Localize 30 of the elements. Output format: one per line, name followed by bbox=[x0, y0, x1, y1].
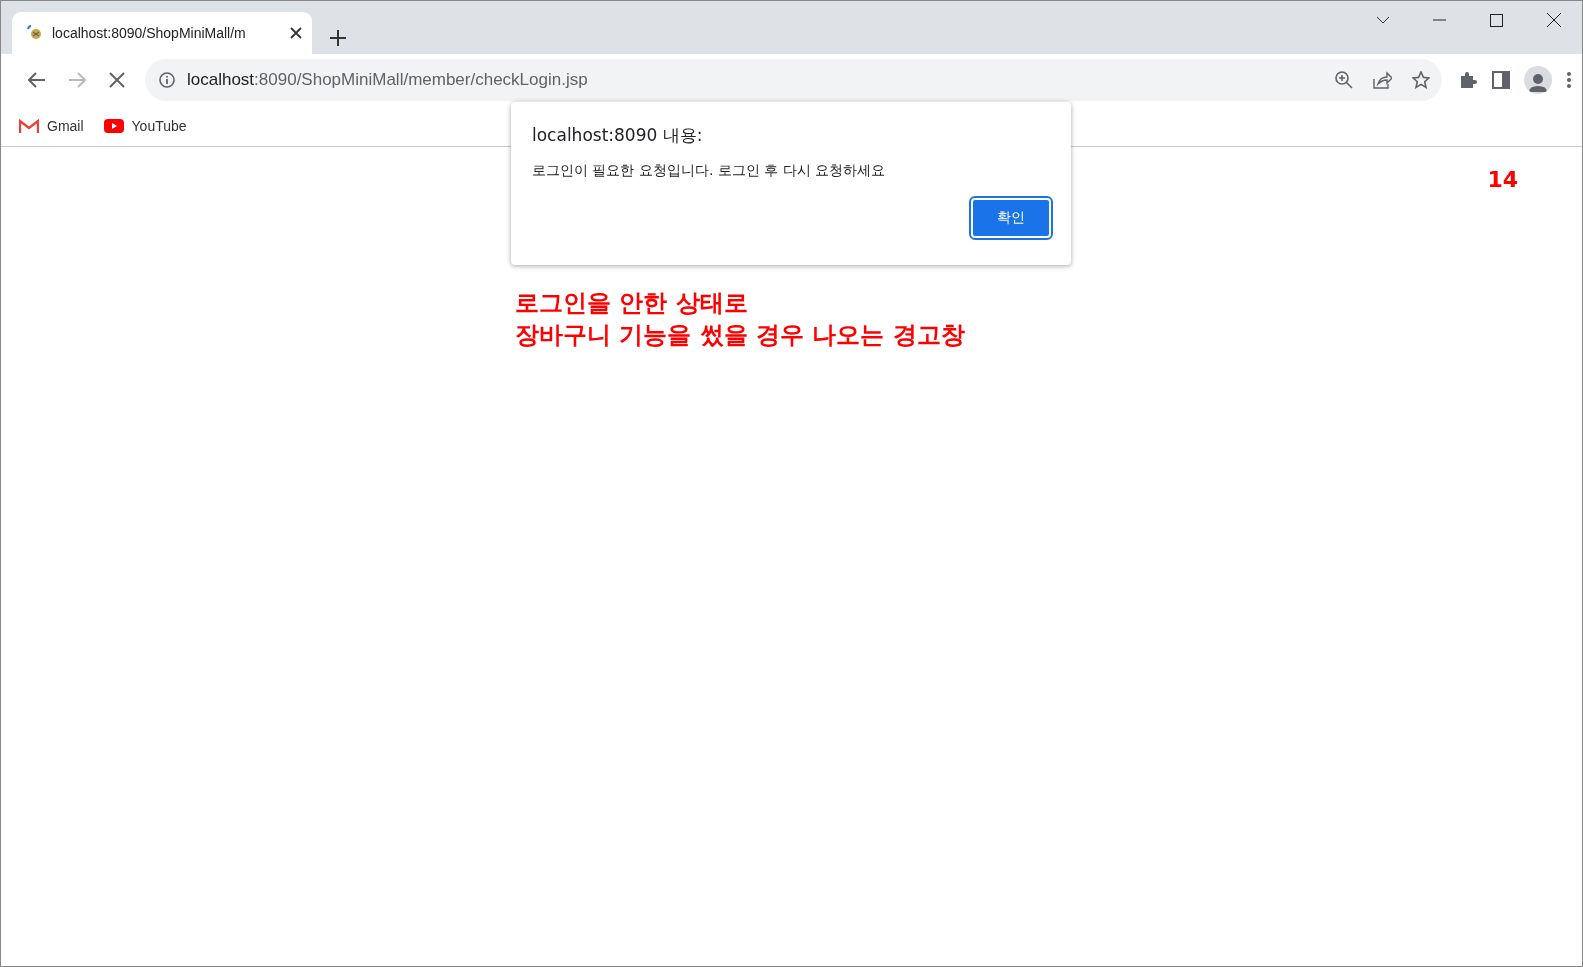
chevron-down-icon[interactable] bbox=[1375, 16, 1390, 24]
annotation-text: 로그인을 안한 상태로 bbox=[515, 288, 749, 319]
ok-button[interactable]: 확인 bbox=[971, 198, 1051, 238]
maximize-icon[interactable] bbox=[1490, 13, 1503, 27]
url-text: localhost:8090/ShopMiniMall/member/checkLogin.jsp bbox=[187, 70, 589, 90]
address-bar[interactable]: localhost:8090/ShopMiniMall/member/checkLogin.jsp bbox=[145, 59, 1442, 101]
page-number: 14 bbox=[1487, 167, 1518, 192]
close-icon[interactable] bbox=[1546, 13, 1561, 27]
favicon-icon bbox=[26, 25, 42, 41]
gmail-icon bbox=[19, 118, 39, 134]
puzzle-piece-icon[interactable] bbox=[1458, 70, 1478, 90]
annotation-text: 장바구니 기능을 썼을 경우 나오는 경고창 bbox=[515, 320, 966, 351]
stop-icon[interactable] bbox=[109, 72, 125, 88]
back-arrow-icon[interactable] bbox=[28, 72, 46, 88]
youtube-icon bbox=[103, 119, 124, 133]
dialog-title: localhost:8090 내용: bbox=[532, 124, 704, 147]
profile-avatar[interactable] bbox=[1524, 66, 1552, 94]
star-icon[interactable] bbox=[1412, 71, 1430, 89]
zoom-in-icon[interactable] bbox=[1335, 71, 1353, 89]
plus-icon[interactable] bbox=[330, 30, 346, 46]
bookmark-link[interactable]: YouTube bbox=[131, 118, 187, 134]
info-icon[interactable] bbox=[159, 72, 175, 88]
bookmark-link[interactable]: Gmail bbox=[47, 118, 84, 134]
side-panel-icon[interactable] bbox=[1492, 71, 1510, 89]
browser-tab[interactable]: localhost:8090/ShopMiniMall/m bbox=[12, 12, 312, 54]
close-icon[interactable] bbox=[290, 27, 302, 39]
menu-dots-icon[interactable] bbox=[1566, 71, 1572, 89]
dialog-message: 로그인이 필요한 요청입니다. 로그인 후 다시 요청하세요 bbox=[532, 162, 887, 180]
share-icon[interactable] bbox=[1373, 71, 1392, 89]
tab-title: localhost:8090/ShopMiniMall/m bbox=[52, 25, 247, 41]
